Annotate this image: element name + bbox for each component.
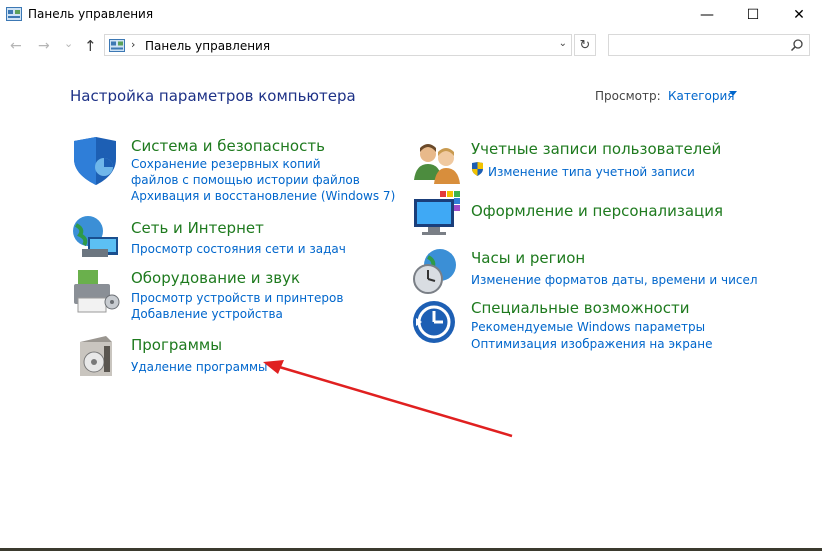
- annotation-arrow: [263, 360, 513, 438]
